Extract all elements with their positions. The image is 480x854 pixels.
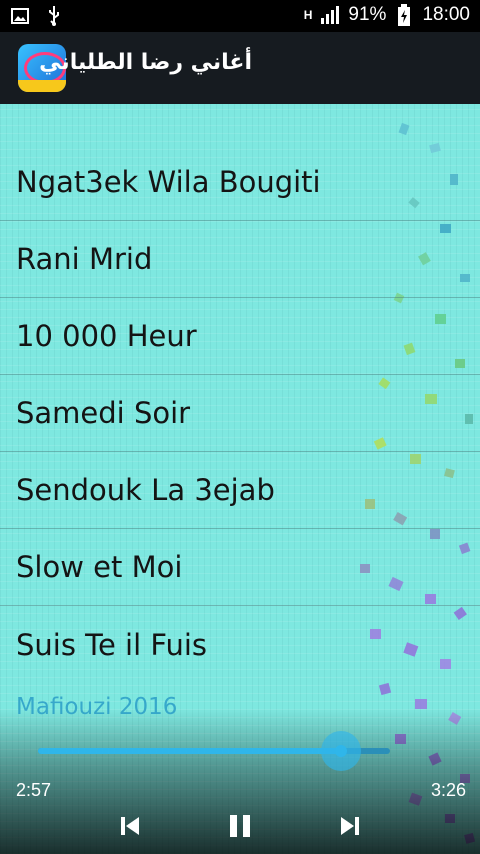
app-title: أغاني رضا الطلياني <box>39 50 252 75</box>
signal-icon <box>320 5 340 25</box>
progress-fill <box>38 748 341 754</box>
image-notification-icon <box>10 6 30 26</box>
song-item[interactable]: Rani Mrid <box>0 221 480 298</box>
status-left <box>10 6 64 26</box>
song-item[interactable]: Slow et Moi <box>0 529 480 606</box>
song-item[interactable]: Samedi Soir <box>0 375 480 452</box>
previous-button[interactable] <box>116 812 144 840</box>
progress-thumb-dot <box>334 745 347 757</box>
next-button[interactable] <box>336 812 364 840</box>
song-item[interactable]: Ngat3ek Wila Bougiti <box>0 144 480 221</box>
pause-button[interactable] <box>226 812 254 840</box>
previous-icon <box>121 817 139 835</box>
battery-charging-icon <box>394 4 414 26</box>
app-bar: أغاني رضا الطلياني <box>0 32 480 104</box>
status-bar: H 91% 18:00 <box>0 0 480 32</box>
battery-percent: 91% <box>348 4 387 25</box>
song-item[interactable]: Suis Te il Fuis <box>0 606 480 683</box>
network-type-icon: H <box>303 8 313 22</box>
song-item[interactable]: Sendouk La 3ejab <box>0 452 480 529</box>
pause-icon <box>230 815 250 837</box>
app-logo-strip <box>18 80 66 92</box>
usb-icon <box>44 6 64 26</box>
progress-thumb[interactable] <box>320 731 361 771</box>
clock: 18:00 <box>422 4 470 25</box>
total-time: 3:26 <box>430 780 466 800</box>
elapsed-time: 2:57 <box>16 780 52 800</box>
song-list: Ngat3ek Wila Bougiti Rani Mrid 10 000 He… <box>0 144 480 683</box>
status-right: H 91% 18:00 <box>304 4 470 26</box>
album-label: Mafiouzi 2016 <box>16 694 178 720</box>
song-item[interactable]: 10 000 Heur <box>0 298 480 375</box>
progress-bar[interactable] <box>38 731 390 771</box>
song-list-screen: Ngat3ek Wila Bougiti Rani Mrid 10 000 He… <box>0 104 480 854</box>
next-icon <box>341 817 359 835</box>
